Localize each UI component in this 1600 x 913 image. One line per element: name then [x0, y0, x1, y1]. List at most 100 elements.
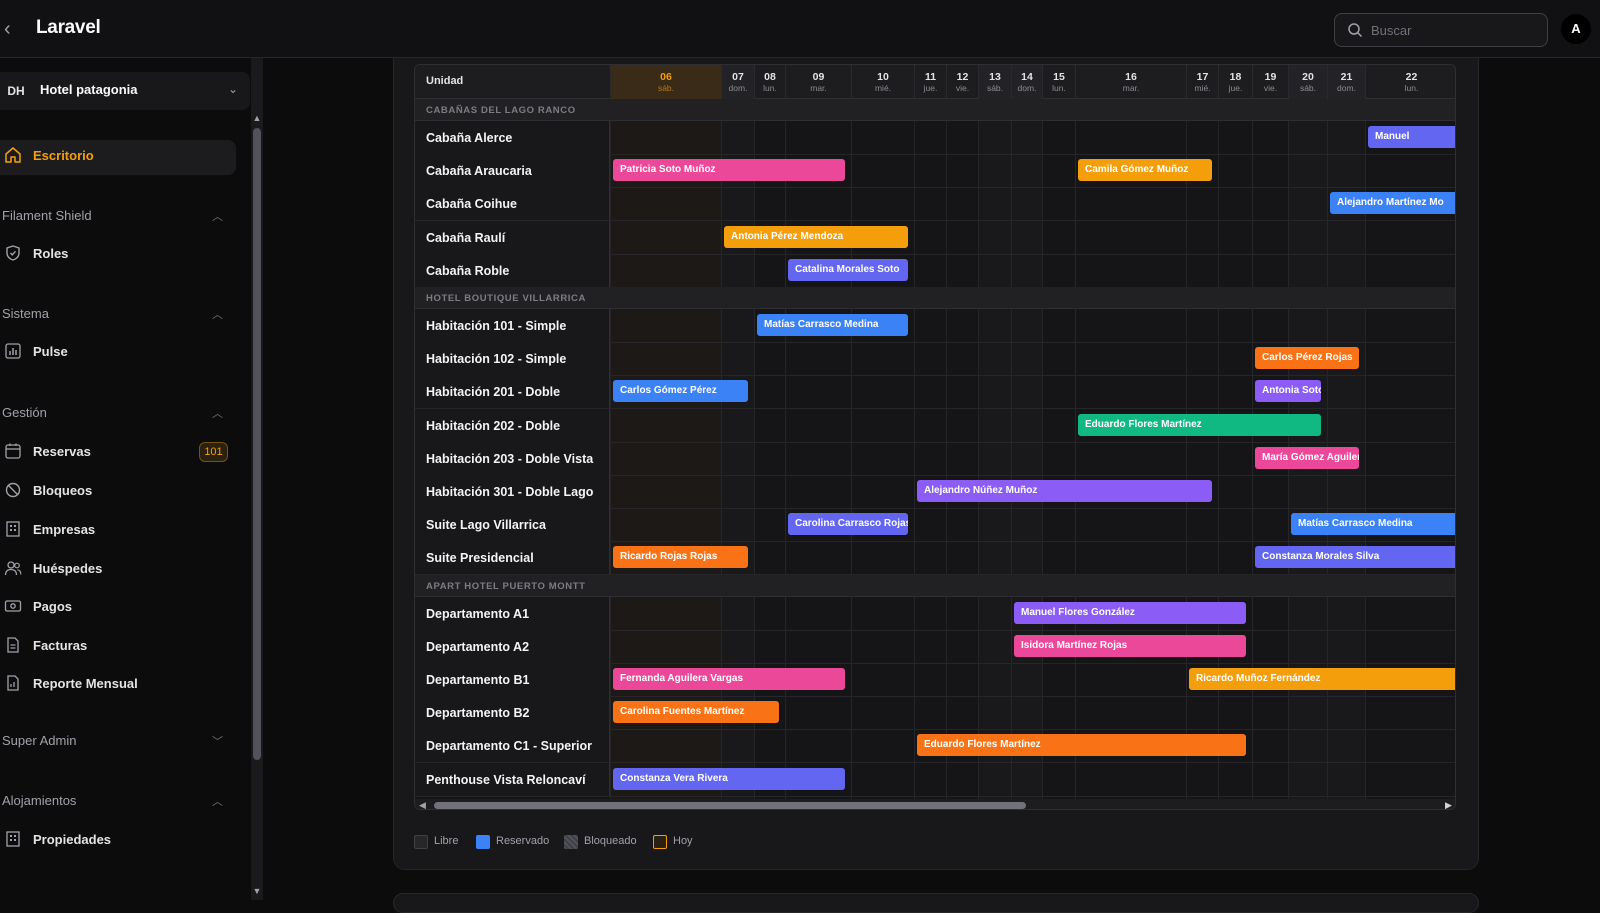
sidebar-item-label: Empresas	[33, 522, 96, 537]
sidebar-scroll-thumb[interactable]	[253, 128, 261, 760]
unit-name: Departamento A1	[426, 606, 530, 621]
day-weekday: sáb.	[657, 83, 675, 93]
group-sistema[interactable]: Sistema	[2, 306, 49, 321]
scroll-right-icon[interactable]: ▶	[1445, 799, 1452, 809]
booking-bar[interactable]: Ricardo Rojas Rojas	[613, 546, 748, 569]
unit-label-cell: Departamento A2	[415, 629, 610, 663]
search-input[interactable]	[1371, 20, 1541, 40]
unit-row: Penthouse Vista Reloncaví Constanza Vera …	[415, 762, 1455, 797]
unit-row: Habitación 102 - Simple Carlos Pérez Roja…	[415, 342, 1455, 377]
document-icon	[7, 637, 19, 653]
legend-swatch	[564, 835, 578, 849]
scroll-left-icon[interactable]: ◀	[419, 799, 426, 809]
booking-bar[interactable]: María Gómez Aguilera	[1255, 446, 1359, 469]
calendar-header: Unidad 06 sáb. 07 dom. 08 lun. 09 mar. 10 mié. 11 j…	[415, 65, 1455, 99]
user-avatar[interactable]: A	[1561, 14, 1591, 44]
sidebar-item-label: Pagos	[33, 599, 73, 614]
booking-bar[interactable]: Fernanda Aguilera Vargas	[613, 668, 845, 690]
day-number: 07	[732, 71, 744, 83]
sidebar-item-propiedades[interactable]: Propiedades	[0, 826, 236, 856]
booking-bar[interactable]: Ricardo Muñoz Fernández	[1189, 668, 1455, 690]
unit-column-header: Unidad	[426, 75, 464, 87]
booking-bar[interactable]: Patricia Soto Muñoz	[613, 159, 845, 182]
reservas-count-badge: 101	[199, 442, 228, 462]
day-weekday: jue.	[1228, 83, 1243, 93]
booking-bar[interactable]: Alejandro Núñez Muñoz	[917, 480, 1212, 502]
sidebar-item-bloqueos[interactable]: Bloqueos	[0, 477, 236, 507]
unit-label-cell: Habitación 203 - Doble Vista	[415, 441, 610, 475]
sidebar-scrollbar[interactable]: ▲ ▼	[251, 58, 263, 900]
booking-bar[interactable]: Eduardo Flores Martínez	[1078, 413, 1321, 436]
back-arrow-icon[interactable]: ‹	[4, 18, 20, 40]
unit-name: Cabaña Coihue	[426, 197, 517, 212]
day-number: 19	[1264, 71, 1277, 83]
banknote-icon	[4, 600, 22, 612]
booking-bar[interactable]: Matías Carrasco Medina	[1291, 513, 1455, 536]
tenant-switcher[interactable]: DH Hotel patagonia ⌄	[0, 72, 250, 110]
day-header-08: 08 lun.	[754, 65, 785, 99]
group-gestion[interactable]: Gestión	[2, 405, 47, 420]
sidebar-item-facturas[interactable]: Facturas	[0, 632, 236, 662]
unit-name: Departamento A2	[426, 639, 530, 654]
day-number: 06	[660, 71, 672, 83]
booking-bar[interactable]: Isidora Martínez Rojas	[1014, 634, 1246, 657]
group-super-admin[interactable]: Super Admin	[2, 733, 76, 748]
sidebar-item-pulse[interactable]: Pulse	[0, 338, 236, 368]
day-weekday: lun.	[763, 83, 777, 93]
booking-bar[interactable]: Antonia Soto Gómez	[1255, 380, 1321, 403]
booking-bar[interactable]: Catalina Morales Soto	[788, 258, 908, 281]
chevron-down-icon[interactable]: ﹀	[212, 733, 223, 749]
building-icon	[6, 831, 20, 847]
unit-label-cell: Cabaña Alerce	[415, 121, 610, 154]
booking-bar[interactable]: Manuel Flores González	[1014, 601, 1246, 624]
booking-bar[interactable]: Antonia Pérez Mendoza	[724, 225, 908, 248]
unit-name: Departamento B2	[426, 706, 530, 721]
unit-row: Suite Presidencial Ricardo Rojas Rojas Con…	[415, 541, 1455, 576]
sidebar-item-reservas[interactable]: Reservas 101	[0, 438, 236, 468]
sidebar-item-roles[interactable]: Roles	[0, 240, 236, 270]
horizontal-scroll-thumb[interactable]	[434, 802, 1026, 809]
chevron-up-icon[interactable]: ︿	[212, 208, 223, 224]
booking-bar[interactable]: Eduardo Flores Martínez	[917, 734, 1246, 757]
day-header-17: 17 mié.	[1186, 65, 1218, 99]
day-weekday: vie.	[1263, 83, 1278, 93]
unit-row: Cabaña Raulí Antonia Pérez Mendoza	[415, 220, 1455, 255]
horizontal-scrollbar[interactable]: ◀ ▶	[415, 799, 1455, 809]
chevron-up-icon[interactable]: ︿	[212, 306, 223, 322]
group-filament-shield[interactable]: Filament Shield	[2, 208, 92, 223]
scroll-down-icon[interactable]: ▼	[252, 886, 262, 896]
unit-row: Habitación 301 - Doble Lago Alejandro Núñ…	[415, 475, 1455, 509]
day-header-06: 06 sáb.	[610, 65, 721, 99]
booking-bar[interactable]: Carolina Fuentes Martínez	[613, 701, 779, 724]
day-header-07: 07 dom.	[721, 65, 754, 99]
booking-bar[interactable]: Alejandro Martínez Mo	[1330, 192, 1455, 215]
booking-bar[interactable]: Constanza Morales Silva	[1255, 546, 1455, 569]
unit-name: Penthouse Vista Reloncaví	[426, 772, 586, 787]
scroll-up-icon[interactable]: ▲	[252, 113, 262, 123]
sidebar-item-huespedes[interactable]: Huéspedes	[0, 555, 236, 585]
unit-label-cell: Suite Presidencial	[415, 541, 610, 575]
booking-bar[interactable]: Manuel	[1368, 126, 1455, 148]
sidebar-item-escritorio[interactable]: Escritorio	[0, 142, 236, 172]
booking-bar[interactable]: Matías Carrasco Medina	[757, 314, 908, 336]
top-bar: ‹ Laravel A	[0, 0, 1600, 58]
unit-row: Habitación 101 - Simple Matías Carrasco M…	[415, 309, 1455, 343]
unit-name: Suite Presidencial	[426, 551, 534, 566]
sidebar-item-pagos[interactable]: Pagos	[0, 593, 236, 623]
day-weekday: lun.	[1052, 83, 1066, 93]
sidebar-item-reporte-mensual[interactable]: Reporte Mensual	[0, 670, 236, 700]
unit-name: Habitación 101 - Simple	[426, 319, 567, 333]
search-box[interactable]	[1334, 13, 1548, 47]
sidebar-item-empresas[interactable]: Empresas	[0, 516, 236, 546]
booking-bar[interactable]: Carlos Gómez Pérez	[613, 380, 748, 403]
unit-label-cell: Habitación 101 - Simple	[415, 309, 610, 342]
booking-bar[interactable]: Constanza Vera Rivera	[613, 767, 845, 790]
booking-bar[interactable]: Carlos Pérez Rojas	[1255, 347, 1359, 370]
booking-bar[interactable]: Carolina Carrasco Rojas	[788, 513, 908, 536]
tenant-badge: DH	[7, 84, 25, 98]
chevron-up-icon[interactable]: ︿	[212, 793, 223, 809]
day-number: 09	[812, 71, 825, 83]
chevron-up-icon[interactable]: ︿	[212, 405, 223, 421]
booking-bar[interactable]: Camila Gómez Muñoz	[1078, 159, 1212, 182]
group-alojamientos[interactable]: Alojamientos	[2, 793, 76, 808]
